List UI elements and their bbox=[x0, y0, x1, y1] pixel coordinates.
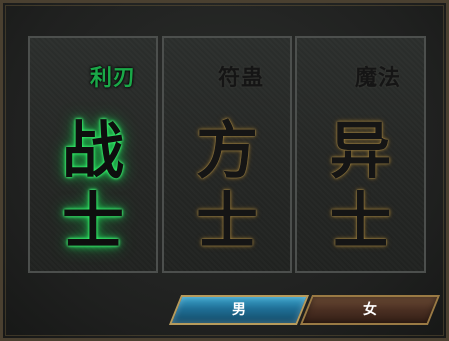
class-name-taoist-bottom: 士 bbox=[195, 185, 258, 258]
class-name-warrior-top: 战 bbox=[61, 114, 124, 187]
class-card-warrior[interactable]: 利刃 战 士 bbox=[28, 36, 158, 273]
gender-female-label: 女 bbox=[363, 302, 377, 318]
class-subtitle-mage: 魔法 bbox=[355, 65, 402, 91]
character-select-frame: 利刃 战 士 符蛊 方 士 魔法 异 士 男 女 bbox=[0, 0, 449, 341]
class-card-taoist[interactable]: 符蛊 方 士 bbox=[162, 36, 292, 273]
class-name-mage-bottom: 士 bbox=[329, 185, 392, 258]
class-name-mage-top: 异 bbox=[329, 114, 392, 187]
gender-male-button[interactable]: 男 bbox=[168, 295, 310, 325]
class-subtitle-warrior: 利刃 bbox=[90, 65, 137, 91]
class-name-taoist-top: 方 bbox=[195, 114, 258, 187]
class-name-warrior-bottom: 士 bbox=[61, 185, 124, 258]
gender-male-label: 男 bbox=[232, 302, 246, 318]
class-subtitle-taoist: 符蛊 bbox=[218, 65, 265, 91]
class-card-mage[interactable]: 魔法 异 士 bbox=[295, 36, 426, 273]
gender-female-button[interactable]: 女 bbox=[299, 295, 441, 325]
